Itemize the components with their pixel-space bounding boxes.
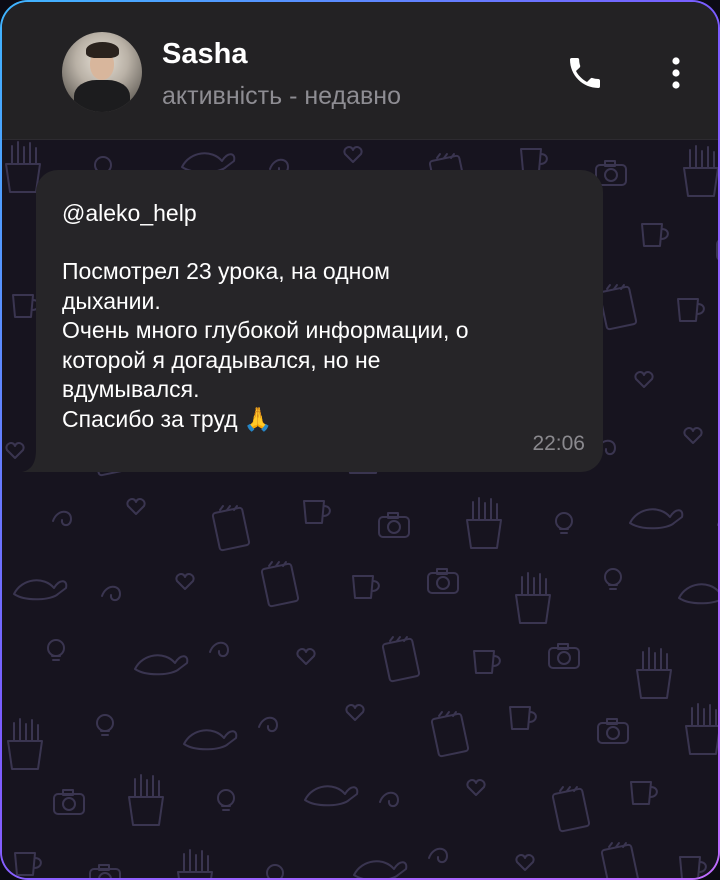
- doodle-mark: [353, 860, 408, 878]
- doodle-mark: [473, 650, 501, 674]
- doodle-mark: [304, 785, 359, 807]
- doodle-mark: [679, 856, 707, 878]
- doodle-mark: [685, 703, 718, 755]
- doodle-mark: [630, 781, 658, 805]
- doodle-mark: [600, 842, 640, 878]
- doodle-mark: [209, 641, 229, 658]
- doodle-mark: [343, 146, 363, 163]
- doodle-mark: [303, 500, 331, 524]
- contact-status: активність - недавно: [162, 82, 402, 110]
- doodle-mark: [296, 648, 316, 665]
- doodle-mark: [466, 497, 502, 549]
- doodle-mark: [175, 573, 195, 590]
- doodle-mark: [47, 639, 65, 661]
- doodle-mark: [53, 789, 85, 815]
- doodle-mark: [13, 579, 68, 601]
- doodle-mark: [378, 512, 410, 538]
- doodle-mark: [345, 704, 365, 721]
- doodle-mark: [96, 714, 114, 736]
- doodle-mark: [634, 371, 654, 388]
- doodle-mark: [551, 786, 591, 833]
- doodle-mark: [598, 284, 638, 331]
- call-button[interactable]: [562, 50, 608, 96]
- contact-avatar[interactable]: [62, 32, 142, 112]
- message-line: Спасибо за труд 🙏: [62, 405, 273, 432]
- incoming-message-bubble[interactable]: @aleko_help Посмотрел 23 урока, на одном…: [36, 170, 603, 472]
- doodle-mark: [515, 572, 551, 624]
- doodle-mark: [677, 298, 705, 322]
- doodle-mark: [52, 510, 72, 527]
- avatar-body: [74, 80, 130, 112]
- doodle-mark: [260, 561, 300, 608]
- message-line: вдумывался.: [62, 376, 200, 402]
- doodle-mark: [509, 706, 537, 730]
- message-mention[interactable]: @aleko_help: [62, 198, 577, 228]
- message-line: которой я догадывался, но не: [62, 346, 381, 373]
- doodle-mark: [12, 294, 40, 318]
- message-line: Очень много глубокой информации, о: [62, 317, 469, 343]
- doodle-mark: [683, 145, 718, 197]
- doodle-mark: [14, 852, 42, 876]
- doodle-mark: [597, 718, 629, 744]
- doodle-mark: [134, 654, 189, 676]
- doodle-mark: [604, 568, 622, 590]
- doodle-mark: [352, 575, 380, 599]
- doodle-mark: [101, 585, 121, 602]
- doodle-mark: [641, 223, 669, 247]
- doodle-mark: [466, 779, 486, 796]
- doodle-mark: [683, 427, 703, 444]
- doodle-mark: [266, 864, 284, 878]
- doodle-mark: [636, 647, 672, 699]
- doodle-mark: [379, 791, 399, 808]
- doodle-mark: [716, 240, 718, 260]
- phone-icon: [570, 58, 600, 88]
- message-time: 22:06: [532, 432, 585, 455]
- doodle-mark: [515, 854, 535, 871]
- doodle-mark: [89, 864, 121, 878]
- chat-header: Sasha активність - недавно: [2, 2, 718, 140]
- doodle-mark: [183, 729, 238, 751]
- doodle-mark: [678, 583, 718, 605]
- doodle-mark: [217, 789, 235, 811]
- doodle-mark: [555, 512, 573, 534]
- more-options-button[interactable]: [658, 50, 694, 96]
- doodle-mark: [548, 643, 580, 669]
- more-vertical-icon: [672, 57, 680, 89]
- message-line: дыхании.: [62, 287, 161, 314]
- doodle-mark: [428, 847, 448, 864]
- doodle-mark: [128, 774, 164, 826]
- doodle-mark: [381, 636, 421, 683]
- contact-name[interactable]: Sasha: [162, 38, 247, 71]
- doodle-mark: [177, 849, 213, 878]
- doodle-mark: [258, 716, 278, 733]
- message-line: Посмотрел 23 урока, на одном: [62, 258, 390, 284]
- doodle-mark: [5, 141, 41, 193]
- app-frame: Sasha активність - недавно @aleko_help П…: [0, 0, 720, 880]
- doodle-mark: [430, 711, 470, 758]
- doodle-mark: [211, 505, 251, 552]
- doodle-mark: [629, 508, 684, 530]
- avatar-hair: [86, 42, 119, 58]
- doodle-mark: [520, 148, 548, 172]
- chat-window: Sasha активність - недавно @aleko_help П…: [2, 2, 718, 878]
- doodle-mark: [126, 498, 146, 515]
- doodle-mark: [7, 718, 43, 770]
- doodle-mark: [427, 568, 459, 594]
